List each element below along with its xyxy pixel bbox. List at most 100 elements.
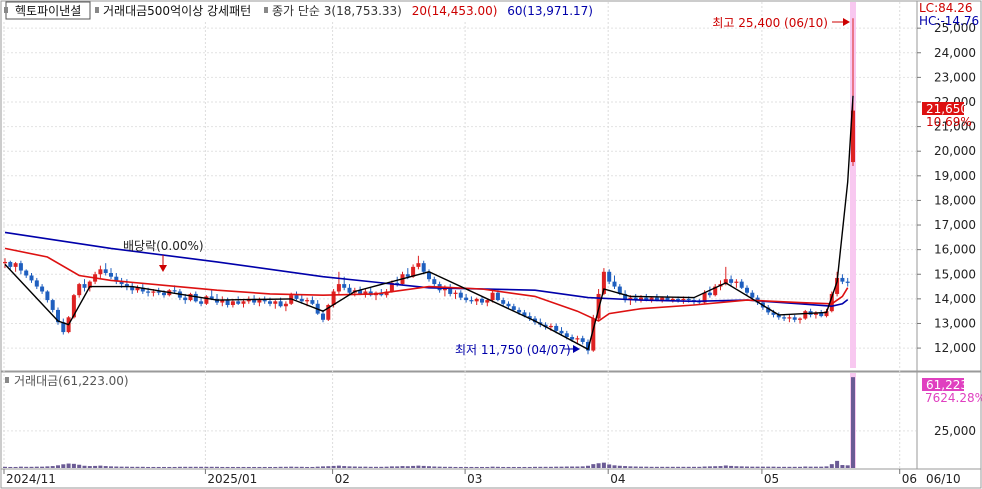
volume-bar <box>283 466 288 468</box>
volume-bar <box>676 466 681 468</box>
volume-bar <box>840 465 845 468</box>
volume-bar <box>845 465 850 468</box>
volume-bar <box>750 466 755 468</box>
volume-bar <box>130 466 135 468</box>
date-tick-label: 03 <box>467 472 482 486</box>
ma20-legend: 20(14,453.00) <box>412 4 498 18</box>
volume-bar <box>230 466 235 468</box>
candle-body <box>183 297 188 301</box>
volume-bar <box>24 466 29 468</box>
volume-bar <box>808 466 813 468</box>
price-tick-label: 12,000 <box>934 341 976 355</box>
volume-bar <box>533 466 537 468</box>
volume-bar <box>596 463 601 468</box>
candle-body <box>501 300 506 304</box>
candle-body <box>554 325 559 331</box>
volume-bar <box>8 466 13 468</box>
volume-bar <box>77 464 82 468</box>
volume-bar <box>379 466 384 468</box>
candle-body <box>792 317 797 320</box>
volume-panel[interactable] <box>0 371 918 470</box>
candle-body <box>490 292 495 301</box>
volume-bar <box>819 466 824 468</box>
volume-bar <box>734 466 739 468</box>
candle-body <box>686 298 691 301</box>
volume-bar <box>347 466 352 468</box>
volume-bar <box>109 466 113 468</box>
stock-chart[interactable]: 12,000 13,000 14,000 15,000 16,000 17,000 18,0… <box>0 0 982 489</box>
volume-bar <box>586 465 590 468</box>
candle-body <box>40 286 45 292</box>
last-date-label: 06/10 <box>926 472 961 486</box>
volume-bar <box>29 466 34 468</box>
hc-label: HC:-14.76 <box>919 14 979 28</box>
candle-body <box>109 273 113 277</box>
volume-bar <box>177 466 182 468</box>
volume-bar <box>813 466 818 468</box>
volume-bar <box>644 466 649 468</box>
volume-bar <box>718 466 723 468</box>
volume-bar <box>215 466 219 468</box>
volume-bar <box>220 466 225 468</box>
volume-bar <box>803 466 808 468</box>
candle-body <box>262 300 267 302</box>
volume-bar <box>670 466 675 468</box>
candle-body <box>453 292 458 294</box>
volume-bar <box>151 466 156 468</box>
volume-bar <box>665 466 670 468</box>
volume-bar <box>119 466 124 468</box>
volume-bar <box>299 466 304 468</box>
candle-body <box>474 298 479 302</box>
volume-bar <box>835 460 840 468</box>
volume-bar <box>262 466 267 468</box>
candle-body <box>506 303 511 307</box>
price-tick-label: 13,000 <box>934 316 976 330</box>
volume-bar <box>437 466 442 468</box>
volume-bar <box>199 466 204 468</box>
volume-bar <box>776 466 781 468</box>
volume-bar <box>400 466 405 468</box>
candle-body <box>464 297 469 301</box>
candle-body <box>29 275 34 281</box>
volume-bar <box>103 466 108 468</box>
volume-bar <box>623 466 628 468</box>
price-tick-label: 17,000 <box>934 218 976 232</box>
volume-bar <box>252 466 257 468</box>
volume-bar <box>87 466 92 468</box>
volume-bar <box>633 466 638 468</box>
volume-bar <box>469 466 474 468</box>
candle-body <box>230 301 235 306</box>
candle-body <box>798 318 802 320</box>
volume-bar <box>416 465 421 468</box>
volume-bar <box>395 466 400 468</box>
candle-body <box>480 298 484 303</box>
candle-body <box>199 301 204 304</box>
volume-bar <box>442 466 447 468</box>
volume-bar <box>723 465 728 468</box>
candle-body <box>458 292 463 298</box>
volume-bar <box>522 466 527 468</box>
candle-body <box>45 291 50 301</box>
candle-body <box>294 295 299 299</box>
volume-bar <box>824 466 829 468</box>
volume-bar <box>167 466 172 468</box>
volume-bar <box>554 466 559 468</box>
stock-name[interactable]: 헥토파이낸셜 <box>15 4 81 18</box>
volume-bar <box>506 466 511 468</box>
volume-tick-labels: 25,000 <box>934 424 976 438</box>
volume-bar <box>480 466 484 468</box>
volume-bar <box>458 466 463 468</box>
date-tick-label: 02 <box>335 472 350 486</box>
volume-bar <box>3 466 7 468</box>
price-tick-label: 23,000 <box>934 70 976 84</box>
volume-bar <box>71 463 76 468</box>
volume-bar <box>66 463 71 468</box>
candle-body <box>98 269 103 275</box>
volume-bar <box>305 466 310 468</box>
candle-body <box>278 301 283 307</box>
candle-body <box>840 277 845 282</box>
volume-tick-label: 25,000 <box>934 424 976 438</box>
candle-body <box>803 311 808 319</box>
candle-body <box>432 279 437 285</box>
volume-bar <box>564 466 569 468</box>
